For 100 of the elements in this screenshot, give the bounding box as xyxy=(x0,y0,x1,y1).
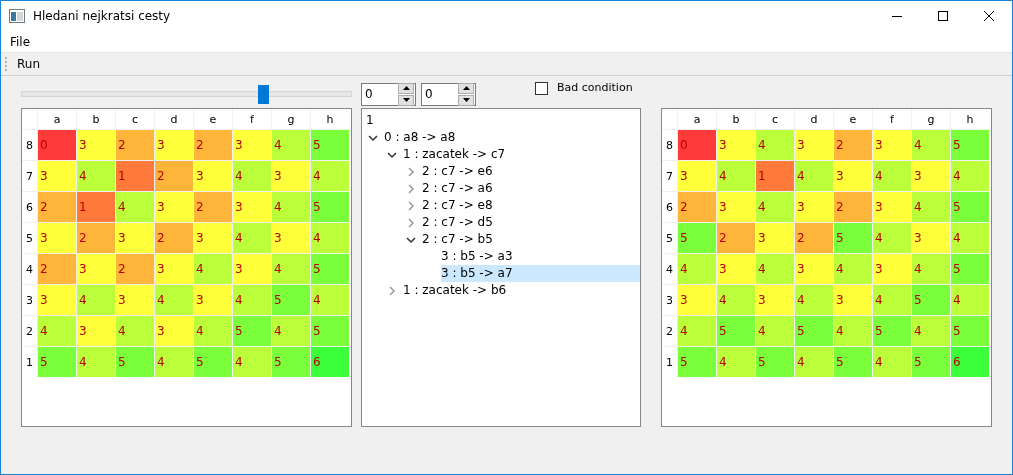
table-cell: 3 xyxy=(912,161,950,191)
maximize-icon[interactable] xyxy=(938,11,948,21)
table-cell: 4 xyxy=(795,347,833,377)
window-title: Hledani nejkratsi cesty xyxy=(33,9,172,23)
table-cell: 3 xyxy=(233,254,271,284)
tree-item[interactable]: 2 : c7 -> a6 xyxy=(422,180,495,197)
table-cell: 5 xyxy=(311,192,349,222)
table-cell: 4 xyxy=(912,130,950,160)
slider-thumb[interactable] xyxy=(257,84,269,104)
table-cell: 3 xyxy=(272,223,310,253)
row-header: 7 xyxy=(662,161,677,191)
column-header: h xyxy=(951,109,989,129)
table-cell: 5 xyxy=(311,316,349,346)
row-header: 3 xyxy=(662,285,677,315)
table-cell: 4 xyxy=(912,192,950,222)
table-cell: 3 xyxy=(194,285,232,315)
table-cell: 3 xyxy=(155,316,193,346)
table-cell: 2 xyxy=(155,161,193,191)
checkbox[interactable] xyxy=(535,82,548,95)
row-header: 8 xyxy=(662,130,677,160)
table-cell: 2 xyxy=(38,254,76,284)
table-cell: 4 xyxy=(678,254,716,284)
row-header: 6 xyxy=(662,192,677,222)
slider[interactable] xyxy=(21,84,352,104)
row-header: 7 xyxy=(22,161,37,191)
row-header: 8 xyxy=(22,130,37,160)
table-cell: 4 xyxy=(233,347,271,377)
run-button[interactable]: Run xyxy=(15,57,42,71)
tree-item[interactable]: 2 : c7 -> d5 xyxy=(422,214,495,231)
close-icon[interactable] xyxy=(984,11,994,21)
table-cell: 4 xyxy=(678,316,716,346)
spin-down-icon[interactable] xyxy=(458,94,474,106)
table-cell: 5 xyxy=(194,347,232,377)
table-cell: 4 xyxy=(951,161,989,191)
table-cell: 4 xyxy=(233,285,271,315)
table-cell: 3 xyxy=(795,130,833,160)
spin-up-icon[interactable] xyxy=(458,82,474,94)
row-header: 2 xyxy=(22,316,37,346)
row-header: 1 xyxy=(22,347,37,377)
table-cell: 5 xyxy=(756,347,794,377)
table-cell: 3 xyxy=(155,254,193,284)
table-cell: 0 xyxy=(38,130,76,160)
table-cell: 4 xyxy=(272,192,310,222)
table-cell: 4 xyxy=(233,223,271,253)
spin-box[interactable]: 0 xyxy=(421,82,476,106)
table-cell: 3 xyxy=(116,223,154,253)
row-header: 5 xyxy=(662,223,677,253)
table-cell: 3 xyxy=(233,130,271,160)
tree-item[interactable]: 2 : c7 -> e8 xyxy=(422,197,495,214)
table-cell: 0 xyxy=(678,130,716,160)
table-cell: 5 xyxy=(912,285,950,315)
column-header: c xyxy=(116,109,154,129)
table-cell: 5 xyxy=(834,223,872,253)
table-cell: 2 xyxy=(678,192,716,222)
table-cell: 4 xyxy=(951,223,989,253)
column-header: g xyxy=(272,109,310,129)
table-cell: 4 xyxy=(873,347,911,377)
table-cell: 5 xyxy=(951,130,989,160)
table-cell: 4 xyxy=(912,254,950,284)
table-cell: 1 xyxy=(77,192,115,222)
table-cell: 3 xyxy=(38,285,76,315)
checkbox-label[interactable]: Bad condition xyxy=(557,81,633,94)
tree-item[interactable]: 1 : zacatek -> b6 xyxy=(403,282,509,299)
table-cell: 3 xyxy=(194,223,232,253)
table-cell: 5 xyxy=(951,316,989,346)
table-cell: 5 xyxy=(912,347,950,377)
table-cell: 3 xyxy=(155,130,193,160)
table-cell: 5 xyxy=(951,254,989,284)
menu-item[interactable]: File xyxy=(1,34,40,49)
spin-up-icon[interactable] xyxy=(398,82,414,94)
table-cell: 4 xyxy=(311,161,349,191)
tree-item[interactable]: 2 : c7 -> e6 xyxy=(422,163,495,180)
spin-box[interactable]: 0 xyxy=(361,82,416,106)
table-cell: 2 xyxy=(795,223,833,253)
tree-item[interactable]: 3 : b5 -> a3 xyxy=(441,248,515,265)
table-cell: 6 xyxy=(311,347,349,377)
tree-item[interactable]: 0 : a8 -> a8 xyxy=(384,129,458,146)
row-header: 4 xyxy=(22,254,37,284)
spin-down-icon[interactable] xyxy=(398,94,414,106)
table-cell: 4 xyxy=(311,223,349,253)
table-cell: 4 xyxy=(717,161,755,191)
table-cell: 3 xyxy=(233,192,271,222)
table-cell: 4 xyxy=(717,285,755,315)
table-cell: 4 xyxy=(272,254,310,284)
tree-item[interactable]: 2 : c7 -> b5 xyxy=(422,231,495,248)
table-cell: 3 xyxy=(272,161,310,191)
table-cell: 4 xyxy=(194,254,232,284)
table-cell: 3 xyxy=(795,192,833,222)
table-cell: 3 xyxy=(834,161,872,191)
table-cell: 4 xyxy=(38,316,76,346)
table-cell: 4 xyxy=(912,316,950,346)
column-header: e xyxy=(194,109,232,129)
table-cell: 4 xyxy=(272,130,310,160)
table-cell: 5 xyxy=(795,316,833,346)
table-cell: 2 xyxy=(155,223,193,253)
column-header: f xyxy=(233,109,271,129)
tree-item[interactable]: 1 : zacatek -> c7 xyxy=(403,146,508,163)
table-cell: 5 xyxy=(311,130,349,160)
column-header: h xyxy=(311,109,349,129)
table-cell: 4 xyxy=(717,347,755,377)
